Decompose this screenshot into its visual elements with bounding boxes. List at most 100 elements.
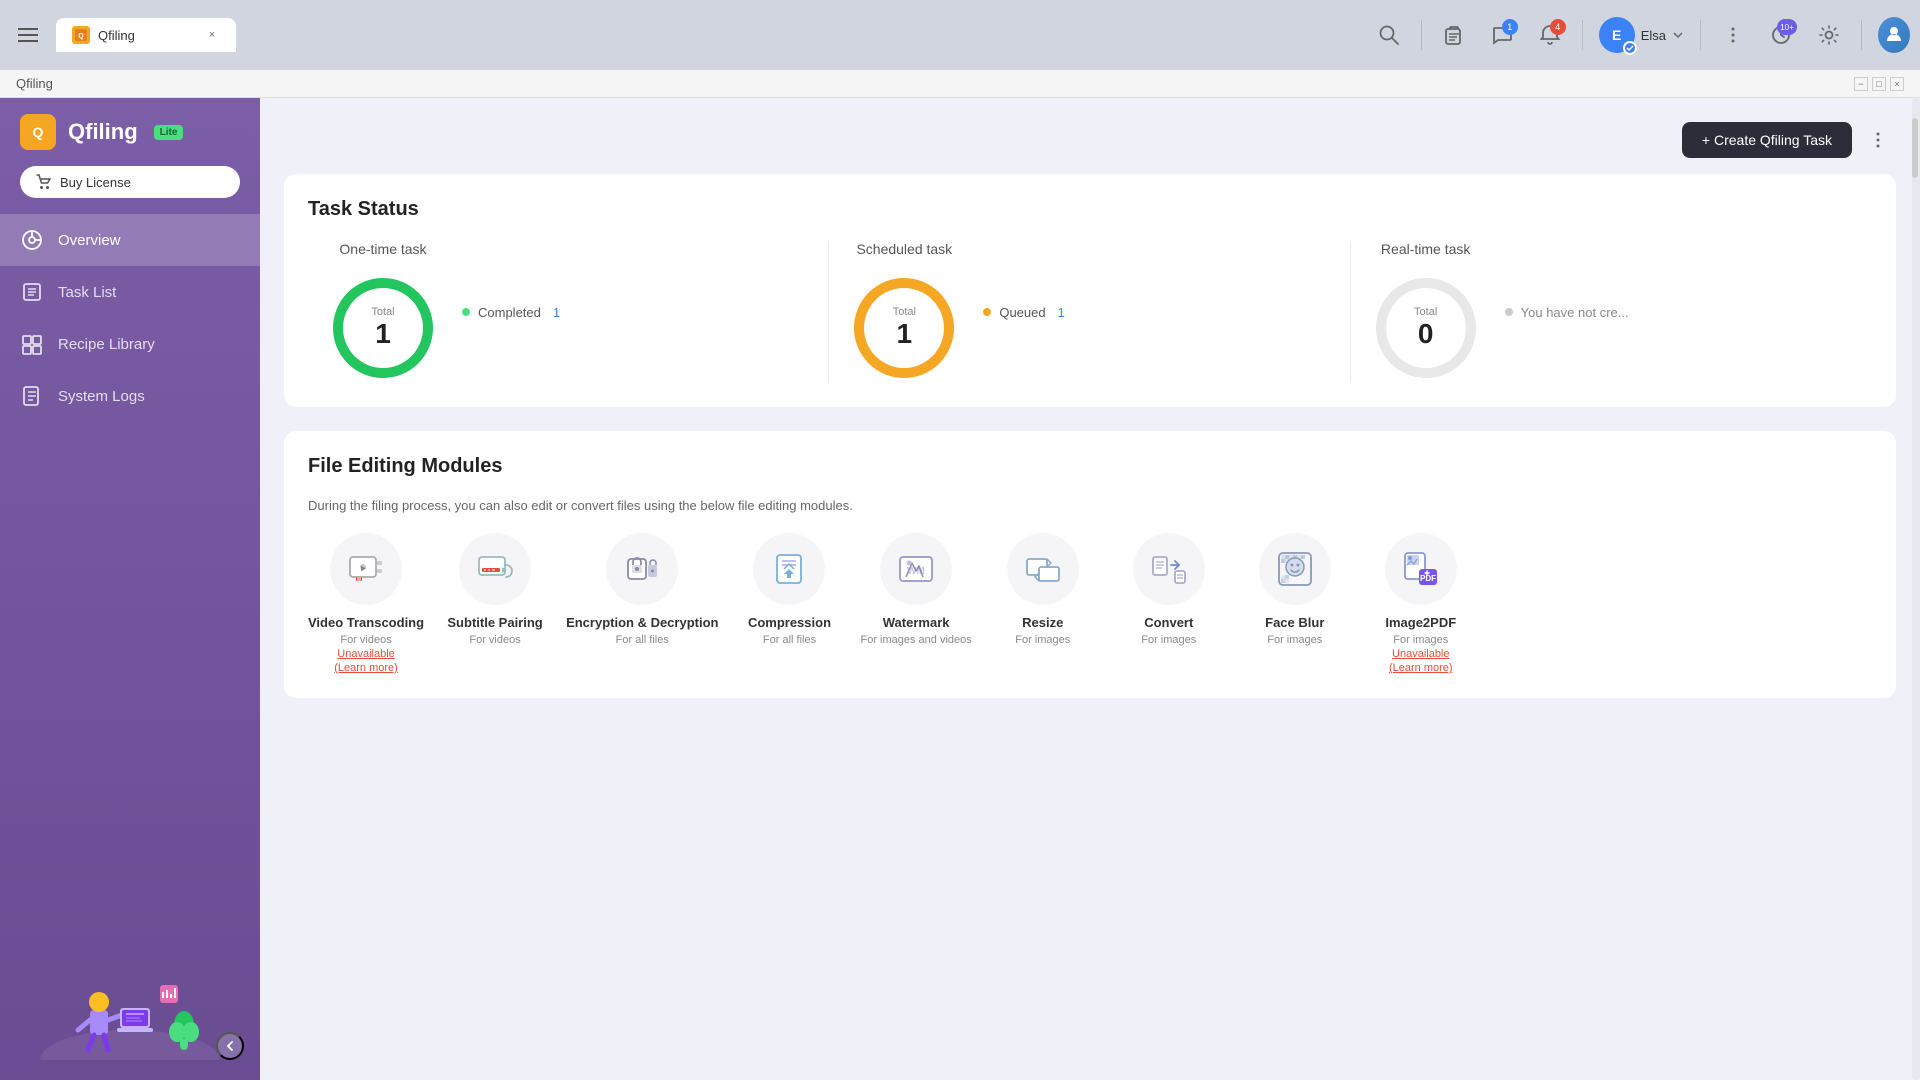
buy-license-label: Buy License [60, 175, 131, 190]
module-compression[interactable]: Compression For all files [734, 533, 844, 674]
scheduled-task-inner: Scheduled task Total 1 [849, 241, 959, 383]
watermark-name: Watermark [883, 615, 950, 632]
minimize-button[interactable]: − [1854, 77, 1868, 91]
realtime-donut: Total 0 [1371, 273, 1481, 383]
app-window: Qfiling − □ × Q Qfiling Lite Buy License [0, 70, 1920, 1080]
subtitle-pairing-icon-wrap [459, 533, 531, 605]
user-name: Elsa [1641, 28, 1666, 43]
realtime-task-col: Real-time task Total 0 [1351, 241, 1872, 383]
scrollbar-track[interactable] [1912, 98, 1920, 1080]
task-list-icon [20, 280, 44, 304]
sidebar-item-system-logs-label: System Logs [58, 388, 145, 405]
close-button[interactable]: × [1890, 77, 1904, 91]
svg-text:PDF: PDF [1420, 574, 1436, 583]
system-logs-icon [20, 384, 44, 408]
realtime-total-label: Total [1414, 306, 1437, 318]
module-encryption-decryption[interactable]: Encryption & Decryption For all files [566, 533, 718, 674]
more-options-button[interactable] [1860, 122, 1896, 158]
avatar-initial: E [1612, 27, 1621, 43]
clipboard-icon[interactable] [1438, 19, 1470, 51]
video-transcoding-unavailable[interactable]: Unavailable [337, 648, 394, 660]
recipe-library-icon [20, 332, 44, 356]
convert-icon [1149, 549, 1189, 589]
browser-tab[interactable]: Q Qfiling × [56, 18, 236, 52]
scrollbar-thumb[interactable] [1912, 118, 1918, 178]
module-video-transcoding[interactable]: Video Transcoding For videos Unavailable… [308, 533, 424, 674]
sidebar-item-overview[interactable]: Overview [0, 214, 260, 266]
image2pdf-name: Image2PDF [1385, 615, 1456, 632]
app-titlebar-text: Qfiling [16, 76, 53, 91]
app-logo: Q [20, 114, 56, 150]
video-transcoding-learn-more[interactable]: (Learn more) [334, 662, 398, 674]
task-grid: One-time task Total 1 [308, 241, 1872, 383]
subtitle-pairing-desc: For videos [469, 634, 520, 646]
resize-desc: For images [1015, 634, 1070, 646]
tab-favicon: Q [72, 26, 90, 44]
history-icon[interactable]: 10+ [1765, 19, 1797, 51]
module-image2pdf[interactable]: PDF Image2PDF For images Unavailable (Le… [1366, 533, 1476, 674]
overview-icon [20, 228, 44, 252]
sidebar-decorative-illustration [40, 940, 220, 1060]
settings-icon[interactable] [1813, 19, 1845, 51]
module-watermark[interactable]: WM Watermark For images and videos [860, 533, 971, 674]
module-subtitle-pairing[interactable]: Subtitle Pairing For videos [440, 533, 550, 674]
bell-icon[interactable]: 4 [1534, 19, 1566, 51]
completed-label: Completed [478, 305, 541, 320]
convert-name: Convert [1144, 615, 1193, 632]
encryption-decryption-name: Encryption & Decryption [566, 615, 718, 632]
module-resize[interactable]: Resize For images [988, 533, 1098, 674]
tab-title: Qfiling [98, 28, 135, 43]
not-created-label: You have not cre... [1521, 305, 1629, 320]
watermark-icon-wrap: WM [880, 533, 952, 605]
message-icon[interactable]: 1 [1486, 19, 1518, 51]
one-time-task-inner: One-time task Total 1 [328, 241, 438, 383]
maximize-button[interactable]: □ [1872, 77, 1886, 91]
video-transcoding-icon [346, 549, 386, 589]
resize-name: Resize [1022, 615, 1063, 632]
sidebar-item-task-list[interactable]: Task List [0, 266, 260, 318]
sidebar-collapse-button[interactable] [216, 1032, 244, 1060]
realtime-stats: You have not cre... [1505, 305, 1629, 320]
cart-icon [36, 174, 52, 190]
queued-value: 1 [1058, 305, 1065, 320]
user-avatar: E [1599, 17, 1635, 53]
realtime-task-label: Real-time task [1381, 241, 1470, 257]
more-options-icon[interactable] [1717, 19, 1749, 51]
sidebar-item-recipe-library-label: Recipe Library [58, 336, 155, 353]
message-badge: 1 [1502, 19, 1518, 35]
buy-license-button[interactable]: Buy License [20, 166, 240, 198]
create-task-button[interactable]: + Create Qfiling Task [1682, 122, 1852, 158]
user-area[interactable]: E Elsa [1599, 17, 1684, 53]
svg-text:Q: Q [78, 33, 84, 40]
compression-icon [769, 549, 809, 589]
scheduled-task-col: Scheduled task Total 1 [829, 241, 1350, 383]
history-badge: 10+ [1777, 19, 1797, 35]
convert-icon-wrap [1133, 533, 1205, 605]
sidebar-item-recipe-library[interactable]: Recipe Library [0, 318, 260, 370]
one-time-task-col: One-time task Total 1 [308, 241, 829, 383]
module-convert[interactable]: Convert For images [1114, 533, 1224, 674]
realtime-total-value: 0 [1414, 318, 1437, 350]
browser-menu-button[interactable] [10, 20, 46, 50]
tab-close-button[interactable]: × [204, 27, 220, 43]
search-icon[interactable] [1373, 19, 1405, 51]
module-face-blur[interactable]: Face Blur For images [1240, 533, 1350, 674]
image2pdf-icon: PDF [1401, 549, 1441, 589]
scheduled-total-label: Total [893, 306, 916, 318]
resize-icon [1023, 549, 1063, 589]
image2pdf-learn-more[interactable]: (Learn more) [1389, 662, 1453, 674]
divider2 [1582, 20, 1583, 50]
completed-dot [462, 308, 470, 316]
subtitle-pairing-icon [475, 549, 515, 589]
sidebar-item-system-logs[interactable]: System Logs [0, 370, 260, 422]
profile-circle-icon[interactable] [1878, 19, 1910, 51]
user-verified-badge [1623, 41, 1637, 55]
image2pdf-unavailable[interactable]: Unavailable [1392, 648, 1449, 660]
scheduled-task-label: Scheduled task [856, 241, 952, 257]
bell-badge: 4 [1550, 19, 1566, 35]
content-header: + Create Qfiling Task [284, 122, 1896, 158]
compression-name: Compression [748, 615, 831, 632]
face-blur-name: Face Blur [1265, 615, 1324, 632]
window-controls: − □ × [1854, 77, 1904, 91]
one-time-donut: Total 1 [328, 273, 438, 383]
